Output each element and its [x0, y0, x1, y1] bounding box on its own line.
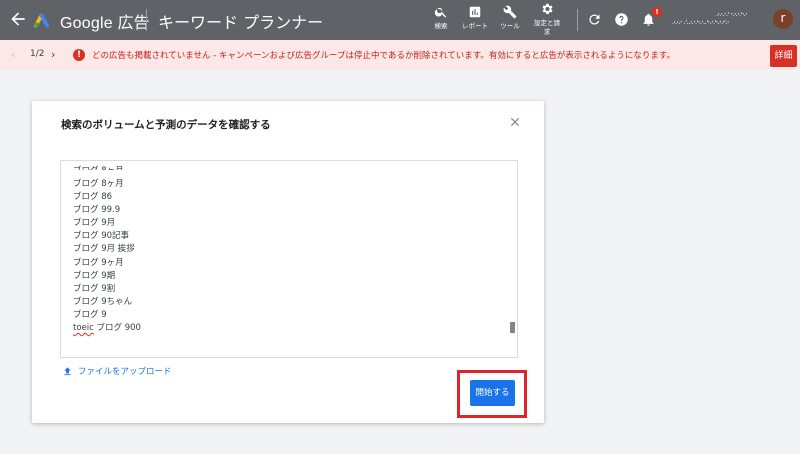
alert-bar: ‹ 1/2 › ! どの広告も掲載されていません - キャンペーンおよび広告グル…: [0, 40, 800, 70]
notification-badge: !: [652, 7, 662, 17]
spellcheck-word: toeic: [73, 323, 94, 334]
keyword-line: ブログ 9期: [73, 270, 116, 281]
close-icon[interactable]: [508, 115, 522, 129]
page-title: キーワード プランナー: [158, 13, 324, 32]
refresh-icon[interactable]: [587, 12, 602, 27]
tools-tool-label: ツール: [500, 22, 520, 30]
back-arrow-icon[interactable]: [8, 9, 28, 29]
settings-billing-button[interactable]: 設定と請 求: [527, 2, 567, 36]
upload-icon: [64, 367, 71, 376]
app-name[interactable]: Google 広告: [60, 9, 150, 33]
keyword-line: ブログ 8ヶ月: [73, 179, 124, 189]
settings-billing-label-line1: 設定と請: [534, 19, 560, 27]
dialog-title: 検索のボリュームと予測のデータを確認する: [61, 119, 271, 131]
keyword-line: ブログ 90記事: [73, 231, 130, 242]
keyword-line: ブログ 9ちゃん: [73, 296, 133, 307]
keyword-line-rest: ブログ 900: [93, 323, 141, 334]
upload-file-link[interactable]: ファイルをアップロード: [62, 365, 172, 377]
upload-file-label: ファイルをアップロード: [78, 367, 172, 377]
reports-icon: [469, 6, 481, 18]
google-ads-logo-icon[interactable]: [34, 11, 52, 28]
account-id: ·'·'·ʼ·ʹ ʼ·'·ʼ·ʹ'·ʼ: [716, 12, 748, 20]
keyword-clipped-line: ブログ 8ヶ月: [73, 165, 124, 170]
keyword-line: ブログ 9月: [73, 218, 116, 229]
help-icon[interactable]: [614, 12, 629, 27]
avatar[interactable]: r: [773, 9, 793, 29]
keyword-line: ブログ 86: [73, 192, 113, 203]
keyword-textarea[interactable]: ブログ 8ヶ月 ブログ 8ヶ月 ブログ 86 ブログ 99.9 ブログ 9月 ブ…: [60, 160, 518, 358]
error-icon: !: [73, 49, 85, 61]
tools-tool-button[interactable]: ツール: [490, 5, 530, 30]
header-divider: [146, 9, 147, 31]
keyword-line: ブログ 9割: [73, 283, 116, 294]
chevron-left-icon[interactable]: ‹: [11, 49, 21, 61]
keyword-line-last: toeic ブログ 900: [73, 322, 141, 335]
alert-message: どの広告も掲載されていません - キャンペーンおよび広告グループは停止中であるか…: [92, 51, 676, 61]
account-email: ·'·'·ʼ ·ʹ··'·ʼ·ʹ'·ʼ··ʹ'·ʼ·ʹ'·ʼ·'ʹ·': [672, 20, 729, 28]
keyword-line: ブログ 9ヶ月: [73, 257, 124, 268]
keyword-line: ブログ 99.9: [73, 205, 121, 216]
keyword-line: ブログ 9: [73, 309, 107, 320]
details-button[interactable]: 詳細: [770, 45, 797, 67]
reports-tool-button[interactable]: レポート: [455, 5, 495, 30]
wrench-icon: [503, 5, 517, 19]
start-button[interactable]: 開始する: [470, 380, 515, 406]
search-icon: [434, 7, 447, 18]
keyword-list: ブログ 8ヶ月 ブログ 86 ブログ 99.9 ブログ 9月 ブログ 90記事 …: [73, 178, 141, 335]
top-app-bar: Google 広告 キーワード プランナー 検索 レポート ツール 設定と請 求…: [0, 0, 800, 40]
settings-billing-label-line2: 求: [543, 28, 551, 36]
gear-icon: [542, 3, 553, 15]
header-divider-right: [577, 9, 578, 31]
chevron-right-icon[interactable]: ›: [51, 49, 61, 61]
reports-tool-label: レポート: [462, 22, 488, 30]
textarea-scrollbar-thumb[interactable]: [510, 322, 515, 333]
alert-counter: 1/2: [30, 49, 45, 59]
keyword-line: ブログ 9月 挨拶: [73, 244, 135, 255]
